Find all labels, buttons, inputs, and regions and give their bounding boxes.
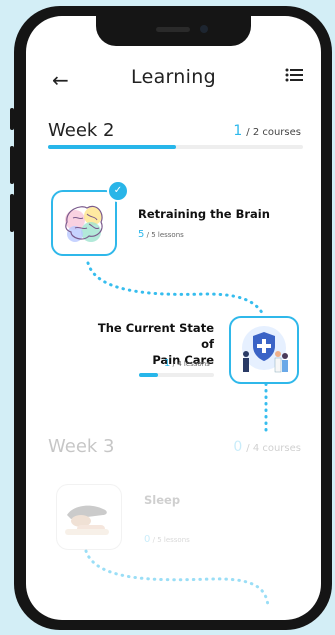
week-2-title: Week 2 bbox=[48, 120, 115, 141]
course-pain-care-title-line1: The Current State of bbox=[97, 321, 214, 351]
check-icon: ✓ bbox=[107, 180, 129, 202]
brain-icon bbox=[65, 205, 103, 242]
course-retraining-brain-title[interactable]: Retraining the Brain bbox=[138, 206, 270, 222]
week-2-completed: 1 bbox=[233, 123, 243, 139]
week-3-total: / 4 courses bbox=[246, 443, 301, 454]
lessons-total: / 4 lessons bbox=[172, 360, 210, 368]
course-retraining-brain-lessons: 5 / 5 lessons bbox=[138, 229, 184, 240]
course-pain-care-lessons: 1 / 4 lessons bbox=[164, 358, 210, 369]
lessons-done: 1 bbox=[164, 358, 171, 369]
week-3-title: Week 3 bbox=[48, 436, 115, 457]
lessons-done: 5 bbox=[138, 229, 145, 240]
course-pain-care-progress-bar bbox=[139, 373, 214, 377]
week-2-total: / 2 courses bbox=[246, 127, 301, 138]
phone-screen: ← Learning Week 2 1/ 2 courses ✓ Retrain… bbox=[26, 16, 321, 620]
week-2-progress-fill bbox=[48, 145, 176, 149]
sleep-icon bbox=[65, 505, 109, 535]
course-retraining-brain-thumb[interactable] bbox=[51, 190, 117, 256]
week-2-progress-bar bbox=[48, 145, 303, 149]
course-pain-care-thumb[interactable] bbox=[229, 316, 299, 384]
course-sleep-lessons: 0 / 5 lessons bbox=[144, 534, 190, 545]
week-2-course-count: 1/ 2 courses bbox=[233, 123, 301, 139]
week-3-completed: 0 bbox=[233, 439, 243, 455]
lessons-done: 0 bbox=[144, 534, 151, 545]
course-sleep-title: Sleep bbox=[144, 493, 181, 507]
lessons-total: / 5 lessons bbox=[146, 231, 184, 239]
week-3-course-count: 0/ 4 courses bbox=[233, 439, 301, 455]
lessons-total: / 5 lessons bbox=[152, 536, 190, 544]
course-pain-care-progress-fill bbox=[139, 373, 158, 377]
healthcare-team-icon bbox=[242, 326, 288, 373]
course-sleep-thumb[interactable] bbox=[56, 484, 122, 550]
